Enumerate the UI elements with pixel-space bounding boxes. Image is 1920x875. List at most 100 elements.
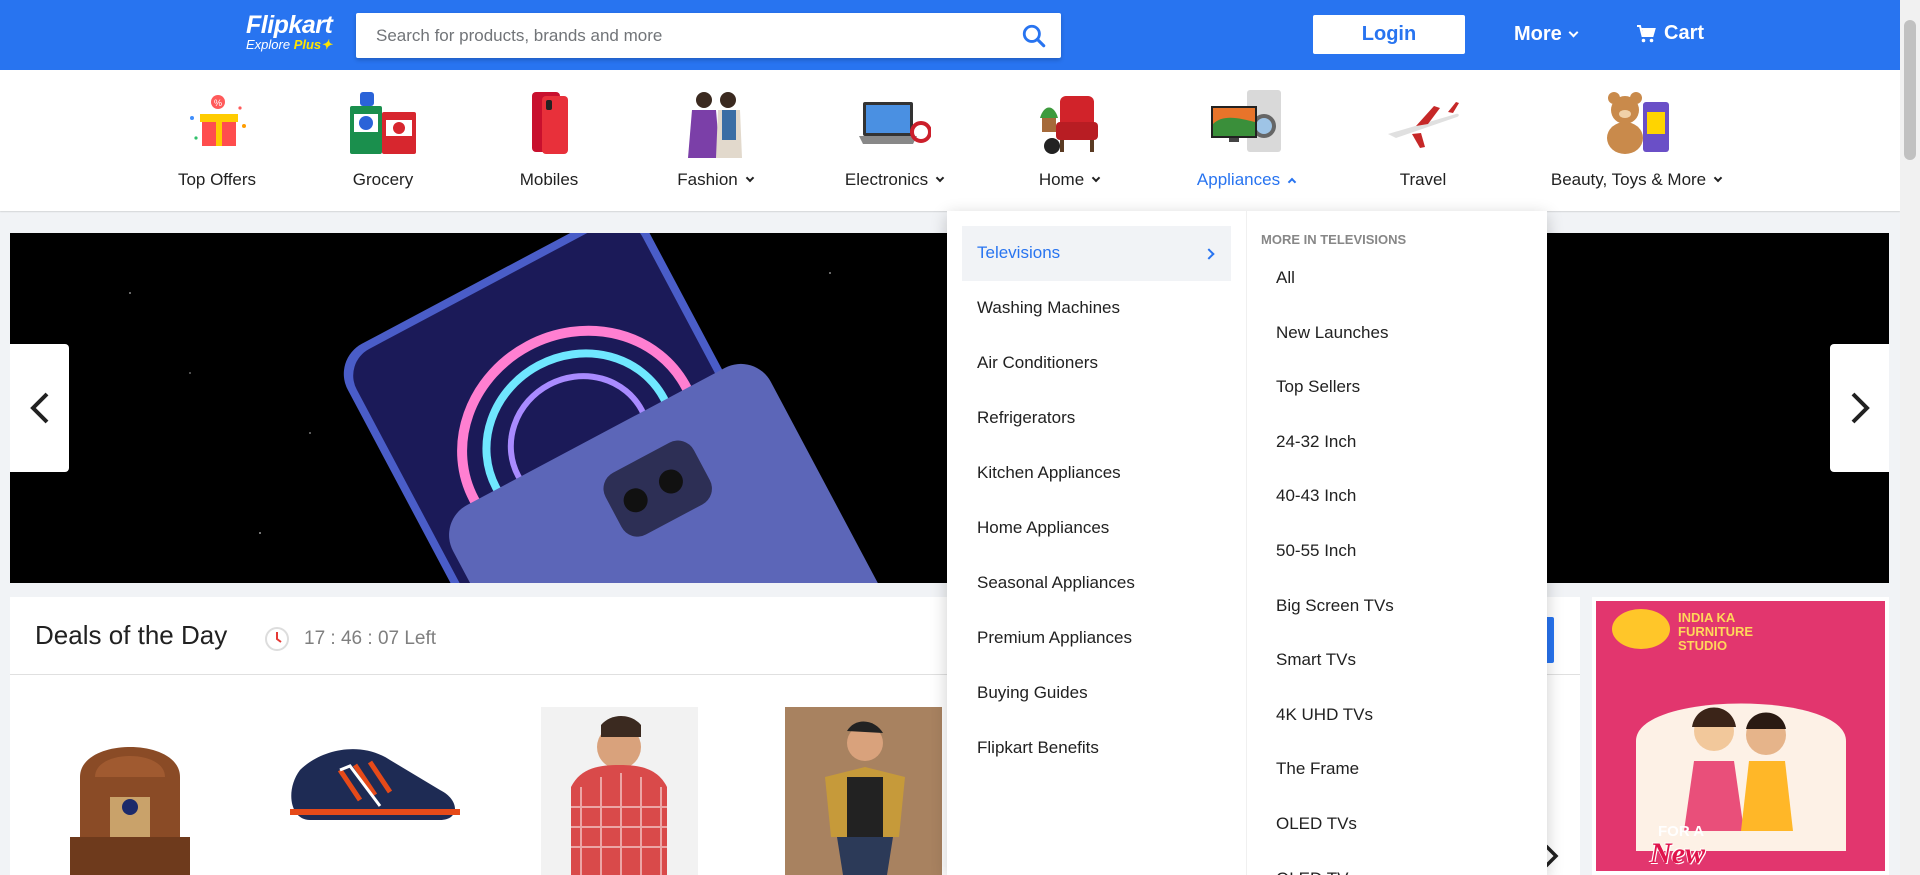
timer-text: 17 : 46 : 07 Left: [304, 628, 437, 649]
search-icon[interactable]: [1021, 23, 1047, 49]
chevron-down-icon: [1568, 27, 1579, 38]
appliances-dropdown-menu: Televisions Washing Machines Air Conditi…: [947, 211, 1547, 875]
category-text: Fashion: [677, 170, 738, 189]
couple-illustration: [1636, 703, 1846, 851]
ad-line-3: STUDIO: [1678, 638, 1728, 653]
subcategory-item[interactable]: All: [1247, 251, 1547, 306]
cart-button[interactable]: Cart: [1636, 22, 1704, 45]
page-scrollbar[interactable]: [1900, 0, 1920, 875]
appliances-icon: [1209, 88, 1283, 158]
furniture-studio-ad[interactable]: INDIA KA FURNITURE STUDIO FOR A New: [1592, 597, 1889, 875]
category-label: Fashion: [630, 170, 800, 190]
dropdown-item-kitchen-appliances[interactable]: Kitchen Appliances: [962, 446, 1231, 501]
subcategory-item[interactable]: Top Sellers: [1247, 360, 1547, 415]
category-home[interactable]: Home: [984, 88, 1154, 190]
fashion-icon: [678, 88, 752, 158]
banner-prev-button[interactable]: [10, 344, 69, 472]
chevron-left-icon: [29, 392, 48, 424]
dropdown-item-buying-guides[interactable]: Buying Guides: [962, 666, 1231, 721]
subcategory-heading: MORE IN TELEVISIONS: [1261, 232, 1407, 247]
svg-text:%: %: [214, 98, 222, 108]
plus-star-icon: ✦: [321, 37, 333, 52]
category-text: Beauty, Toys & More: [1550, 170, 1707, 189]
deals-timer: 17 : 46 : 07 Left: [264, 626, 436, 652]
category-top-offers[interactable]: % Top Offers: [132, 88, 302, 190]
jacket-model-image: [785, 707, 942, 875]
category-grocery[interactable]: Grocery: [298, 88, 468, 190]
category-label: Mobiles: [519, 170, 579, 189]
subcategory-item[interactable]: 4K UHD TVs: [1247, 688, 1547, 743]
category-beauty-toys-more[interactable]: Beauty, Toys & More: [1548, 88, 1724, 190]
category-label: Travel: [1399, 170, 1447, 189]
deal-product-shrine[interactable]: [40, 707, 220, 875]
cart-label: Cart: [1664, 22, 1705, 44]
subcategory-item[interactable]: OLED TVs: [1247, 797, 1547, 852]
dropdown-item-air-conditioners[interactable]: Air Conditioners: [962, 336, 1231, 391]
subcategory-item[interactable]: Smart TVs: [1247, 633, 1547, 688]
shrine-image: [70, 747, 190, 875]
ad-line-1: INDIA KA: [1678, 610, 1736, 625]
sneaker-image: [290, 749, 460, 820]
search-bar: [356, 13, 1061, 58]
shirt-model-image: [541, 707, 698, 875]
more-menu[interactable]: More: [1514, 23, 1579, 46]
category-text: Appliances: [1196, 170, 1281, 189]
category-label: Grocery: [352, 170, 414, 189]
ad-line-2: FURNITURE: [1678, 624, 1754, 639]
dropdown-item-seasonal-appliances[interactable]: Seasonal Appliances: [962, 556, 1231, 611]
dropdown-item-flipkart-benefits[interactable]: Flipkart Benefits: [962, 721, 1231, 776]
ad-banner: INDIA KA FURNITURE STUDIO FOR A New: [1596, 601, 1885, 871]
more-label: More: [1514, 23, 1562, 45]
subcategory-item[interactable]: Big Screen TVs: [1247, 579, 1547, 634]
subcategory-item[interactable]: New Launches: [1247, 306, 1547, 361]
category-appliances[interactable]: Appliances: [1161, 88, 1331, 190]
category-fashion[interactable]: Fashion: [630, 88, 800, 190]
chevron-down-icon: [745, 173, 754, 183]
chevron-up-icon: [1287, 177, 1297, 187]
chevron-right-icon: [1851, 392, 1870, 424]
dropdown-item-premium-appliances[interactable]: Premium Appliances: [962, 611, 1231, 666]
category-travel[interactable]: Travel: [1338, 88, 1508, 190]
search-input[interactable]: [356, 13, 996, 58]
deal-product-checked-shirt[interactable]: [541, 707, 698, 875]
dropdown-subcategory-list: MORE IN TELEVISIONS All New Launches Top…: [1247, 211, 1547, 875]
logo-tagline: Explore Plus✦: [246, 37, 332, 53]
subcategory-item[interactable]: 24-32 Inch: [1247, 415, 1547, 470]
chevron-down-icon: [935, 173, 945, 183]
teddy-bear-icon: [1599, 88, 1673, 158]
mobile-phone-icon: [512, 88, 586, 158]
chevron-down-icon: [1091, 173, 1101, 183]
dropdown-category-list: Televisions Washing Machines Air Conditi…: [947, 211, 1247, 875]
category-label: Appliances: [1161, 170, 1331, 190]
ad-tagline-new: New: [1650, 837, 1705, 870]
clock-icon: [265, 627, 289, 651]
airplane-icon: [1386, 88, 1460, 158]
dropdown-item-refrigerators[interactable]: Refrigerators: [962, 391, 1231, 446]
subcategory-item[interactable]: 50-55 Inch: [1247, 524, 1547, 579]
cart-icon: [1637, 24, 1656, 42]
dropdown-item-home-appliances[interactable]: Home Appliances: [962, 501, 1231, 556]
logo-explore: Explore: [246, 37, 291, 52]
banner-next-button[interactable]: [1830, 344, 1889, 472]
dropdown-item-televisions[interactable]: Televisions: [962, 226, 1231, 281]
deal-product-jacket[interactable]: [785, 707, 942, 875]
login-button[interactable]: Login: [1313, 15, 1465, 54]
grocery-icon: [346, 88, 420, 158]
category-nav: % Top Offers Grocery Mobiles Fashion Ele…: [0, 70, 1900, 211]
flipkart-logo[interactable]: Flipkart Explore Plus✦: [246, 11, 333, 53]
subcategory-item[interactable]: The Frame: [1247, 742, 1547, 797]
subcategory-item[interactable]: QLED TVs: [1247, 852, 1547, 875]
category-label: Beauty, Toys & More: [1548, 170, 1724, 190]
scrollbar-thumb[interactable]: [1904, 20, 1916, 160]
category-text: Electronics: [844, 170, 929, 189]
category-text: Home: [1038, 170, 1085, 189]
dropdown-item-washing-machines[interactable]: Washing Machines: [962, 281, 1231, 336]
category-label: Home: [984, 170, 1154, 190]
logo-brand: Flipkart: [246, 11, 333, 39]
category-label: Top Offers: [177, 170, 257, 189]
deal-product-shoes[interactable]: [280, 730, 470, 845]
category-label: Electronics: [809, 170, 979, 190]
category-electronics[interactable]: Electronics: [809, 88, 979, 190]
category-mobiles[interactable]: Mobiles: [464, 88, 634, 190]
subcategory-item[interactable]: 40-43 Inch: [1247, 469, 1547, 524]
